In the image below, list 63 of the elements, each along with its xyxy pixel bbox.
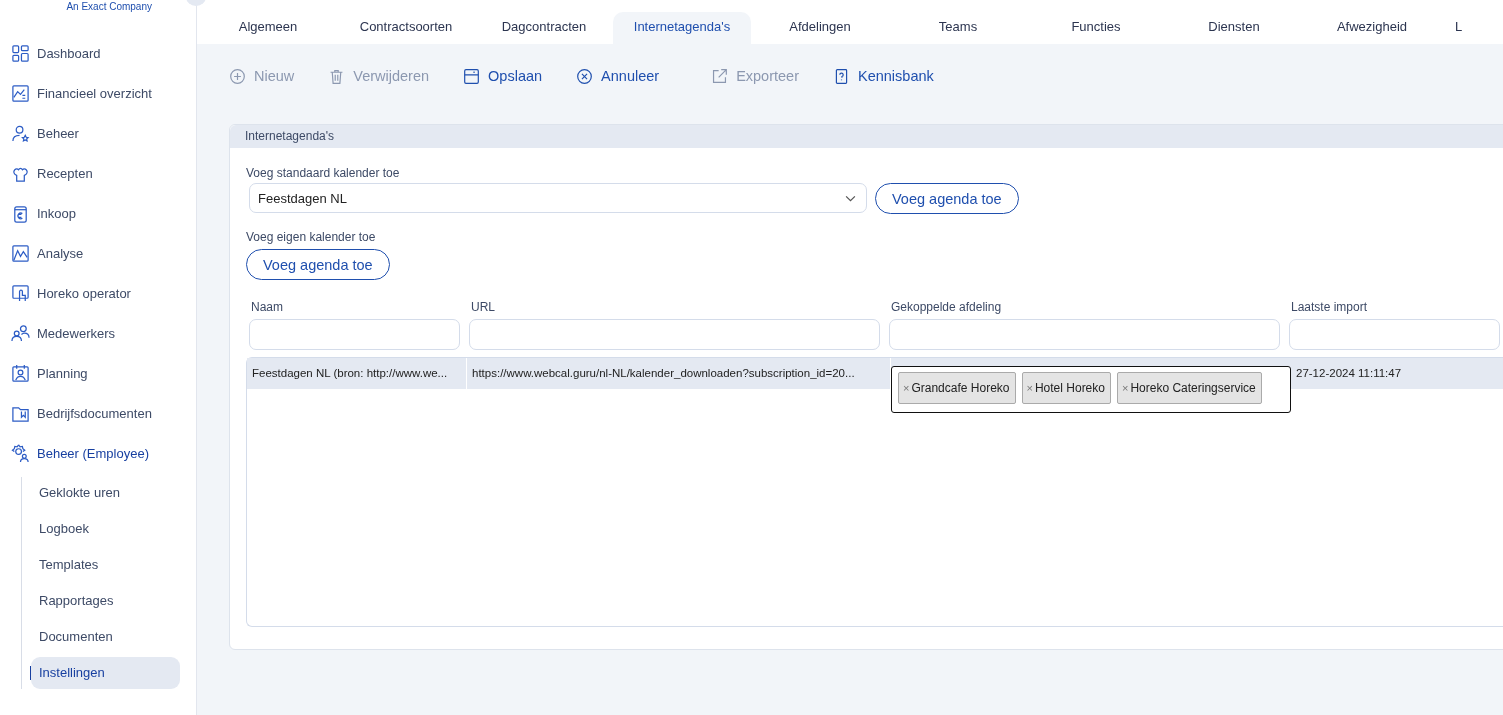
panel-title: Internetagenda's xyxy=(230,125,1503,148)
sidebar-item[interactable]: Inkoop xyxy=(0,193,196,233)
jar-euro-icon xyxy=(11,203,30,223)
field-label: Voeg standaard kalender toe xyxy=(246,166,401,180)
column-header: Laatste import xyxy=(1290,300,1369,314)
column-header: URL xyxy=(470,300,496,314)
department-tag: × Hotel Horeko xyxy=(1021,372,1111,404)
save-button[interactable]: Opslaan xyxy=(463,67,543,85)
logo-tagline: An Exact Company xyxy=(65,0,153,13)
sidebar-subitem[interactable]: Documenten xyxy=(31,621,180,653)
chart-euro-icon xyxy=(11,83,30,103)
line-chart-icon xyxy=(11,243,30,263)
add-calendar-button[interactable]: Voeg agenda toe xyxy=(875,183,1019,214)
add-calendar-button[interactable]: Voeg agenda toe xyxy=(246,249,390,280)
plus-icon xyxy=(229,67,246,85)
tab[interactable]: L xyxy=(1441,12,1463,44)
users-icon xyxy=(11,323,30,343)
department-tag: × Horeko Cateringservice xyxy=(1116,372,1262,404)
tab[interactable]: Internetagenda's xyxy=(613,12,751,44)
department-tag: × Grandcafe Horeko xyxy=(898,372,1016,404)
field-label: Voeg eigen kalender toe xyxy=(246,230,377,244)
filter-field[interactable] xyxy=(469,319,880,350)
user-star-icon xyxy=(11,123,30,143)
tab[interactable]: Teams xyxy=(889,12,1027,44)
sidebar-item[interactable]: Medewerkers xyxy=(0,313,196,353)
export-icon xyxy=(711,67,729,85)
tab[interactable]: Afdelingen xyxy=(751,12,889,44)
calendar-user-icon xyxy=(11,363,30,383)
cancel-button[interactable]: Annuleer xyxy=(576,67,660,85)
dashboard-icon xyxy=(11,43,30,63)
column-header: Gekoppelde afdeling xyxy=(890,300,1003,314)
table-cell: Feestdagen NL (bron: http://www.we... xyxy=(247,358,467,389)
help-book-icon xyxy=(833,67,850,85)
gear-user-icon xyxy=(11,443,30,463)
sidebar-item[interactable]: Financieel overzicht xyxy=(0,73,196,113)
sidebar-item[interactable]: Bedrijfsdocumenten xyxy=(0,393,196,433)
sidebar-item[interactable]: Dashboard xyxy=(0,33,196,73)
filter-field[interactable] xyxy=(889,319,1280,350)
filter-field[interactable] xyxy=(1289,319,1500,350)
tab[interactable]: Contractsoorten xyxy=(337,12,475,44)
column-header: Naam xyxy=(250,300,284,314)
sidebar-item[interactable]: Beheer xyxy=(0,113,196,153)
sidebar-item[interactable]: Recepten xyxy=(0,153,196,193)
tab[interactable]: Diensten xyxy=(1165,12,1303,44)
tab[interactable]: Dagcontracten xyxy=(475,12,613,44)
sidebar-item[interactable]: Beheer (Employee) xyxy=(0,433,196,473)
knowledge-base-button[interactable]: Kennisbank xyxy=(833,67,934,85)
sidebar-subitem[interactable]: Logboek xyxy=(31,513,180,545)
sidebar-item[interactable]: Planning xyxy=(0,353,196,393)
sidebar-item[interactable]: Analyse xyxy=(0,233,196,273)
tab[interactable]: Afwezigheid xyxy=(1303,12,1441,44)
sidebar-subitem[interactable]: Instellingen xyxy=(31,657,180,689)
department-tag-menu[interactable]: × Grandcafe Horeko × Hotel Horeko × Horeko Cateringservice xyxy=(891,366,1291,413)
sidebar-subitem[interactable]: Rapportages xyxy=(31,585,180,617)
chevron-down-icon xyxy=(845,194,856,202)
sidebar-subitem[interactable]: Templates xyxy=(31,549,180,581)
sidebar-subitem[interactable]: Geklokte uren xyxy=(31,477,180,509)
tab[interactable]: Algemeen xyxy=(199,12,337,44)
close-circle-icon xyxy=(576,67,594,85)
filter-field[interactable] xyxy=(249,319,460,350)
calendar-select[interactable]: Feestdagen NL xyxy=(249,183,867,213)
sidebar-item[interactable]: Horeko operator xyxy=(0,273,196,313)
tab[interactable]: Functies xyxy=(1027,12,1165,44)
